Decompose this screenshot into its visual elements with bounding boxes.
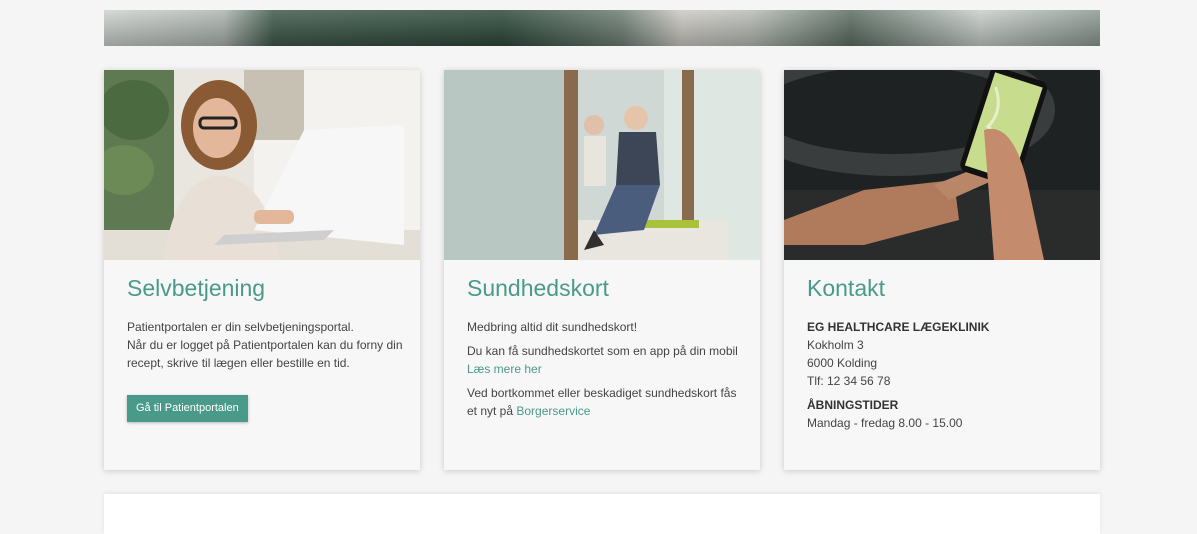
address-city: 6000 Kolding [807, 356, 878, 370]
card-text: Medbring altid dit sundhedskort! [467, 320, 638, 334]
card-selvbetjening: Selvbetjening Patientportalen er din sel… [104, 70, 420, 470]
photo-woman-laptop [104, 70, 420, 260]
hours-heading: ÅBNINGSTIDER [807, 398, 899, 412]
card-title: Sundhedskort [467, 275, 609, 301]
card-text-span: Du kan få sundhedskortet som en app på d… [467, 344, 738, 358]
card-title: Kontakt [807, 275, 885, 301]
card-text-line: Når du er logget på Patientportalen kan … [127, 338, 403, 370]
patientportal-button[interactable]: Gå til Patientportalen [127, 395, 248, 422]
opening-hours: Mandag - fredag 8.00 - 15.00 [807, 416, 963, 430]
phone-number: Tlf: 12 34 56 78 [807, 374, 891, 388]
card-sundhedskort: Sundhedskort Medbring altid dit sundheds… [444, 70, 760, 470]
card-title: Selvbetjening [127, 275, 266, 301]
card-body: Medbring altid dit sundhedskort! Du kan … [467, 318, 747, 426]
card-body: EG HEALTHCARE LÆGEKLINIK Kokholm 3 6000 … [807, 318, 1087, 432]
card-text-line: Patientportalen er din selvbetjeningspor… [127, 320, 354, 334]
card-text: Ved bortkommet eller beskadiget sundheds… [467, 384, 747, 420]
hero-image [104, 10, 1100, 46]
read-more-link[interactable]: Læs mere her [467, 362, 542, 376]
clinic-name: EG HEALTHCARE LÆGEKLINIK [807, 320, 990, 334]
photo-phone-map [784, 70, 1100, 260]
address-street: Kokholm 3 [807, 338, 864, 352]
bottom-panel [104, 494, 1100, 534]
photo-waiting-room [444, 70, 760, 260]
card-kontakt: Kontakt EG HEALTHCARE LÆGEKLINIK Kokholm… [784, 70, 1100, 470]
card-body: Patientportalen er din selvbetjeningspor… [127, 318, 407, 372]
borgerservice-link[interactable]: Borgerservice [516, 404, 590, 418]
card-text: Du kan få sundhedskortet som en app på d… [467, 342, 747, 378]
card-text-span: Ved bortkommet eller beskadiget sundheds… [467, 386, 737, 418]
